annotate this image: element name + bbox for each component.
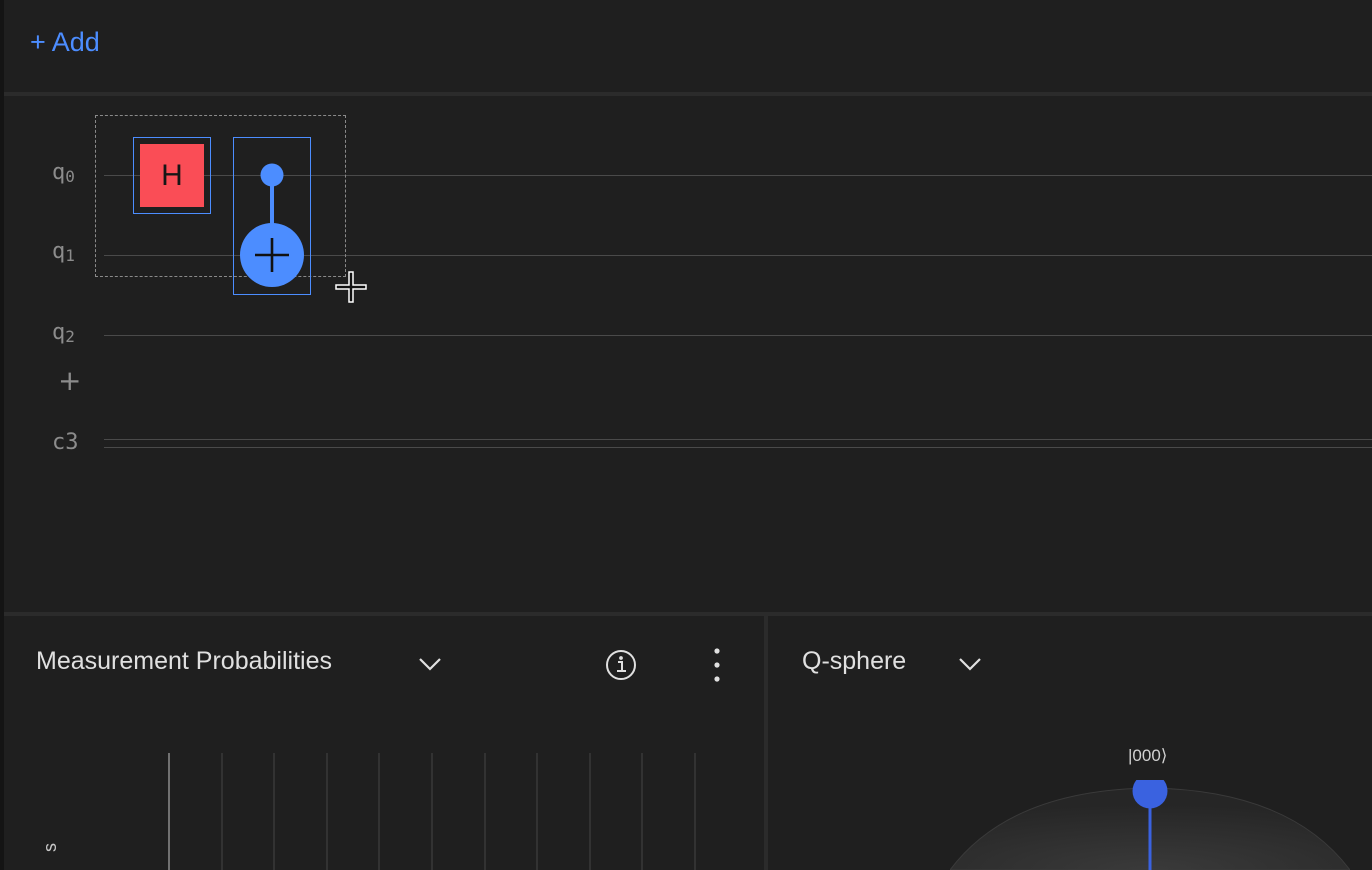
qubit-wire-q2 xyxy=(104,335,1372,336)
add-label: + Add xyxy=(30,26,100,57)
add-button[interactable]: + Add xyxy=(30,24,100,60)
classical-wire-top xyxy=(104,439,1372,440)
classical-register-label: c3 xyxy=(52,430,79,455)
chevron-down-icon[interactable] xyxy=(956,652,984,676)
qubit-label-q1[interactable]: q1 xyxy=(52,239,75,265)
cnot-gate[interactable] xyxy=(233,137,311,295)
probabilities-title: Measurement Probabilities xyxy=(36,647,332,675)
add-qubit-button[interactable]: + xyxy=(58,367,81,395)
classical-wire-bottom xyxy=(104,447,1372,448)
info-icon[interactable] xyxy=(604,648,638,682)
circuit-canvas[interactable]: q0 q1 q2 + c3 H xyxy=(4,96,1372,612)
overflow-menu-icon[interactable] xyxy=(706,646,728,684)
crosshair-cursor-icon xyxy=(335,271,367,303)
h-gate-label: H xyxy=(161,158,183,192)
quantum-composer: + Add q0 q1 q2 + c3 H Measurement Probab… xyxy=(0,0,1372,870)
qsphere-visualization xyxy=(950,780,1350,870)
toolbar: + Add xyxy=(4,0,1372,92)
qubit-label-q2[interactable]: q2 xyxy=(52,320,75,346)
probabilities-axis-label: s xyxy=(40,843,60,852)
qubit-label-q0[interactable]: q0 xyxy=(52,160,75,186)
qsphere-title: Q-sphere xyxy=(802,647,907,675)
cnot-control-dot xyxy=(260,163,284,187)
chevron-down-icon[interactable] xyxy=(416,652,444,676)
qsphere-state-label: |000⟩ xyxy=(1128,746,1168,765)
h-gate[interactable]: H xyxy=(140,144,204,207)
probabilities-chart-grid xyxy=(168,753,696,870)
